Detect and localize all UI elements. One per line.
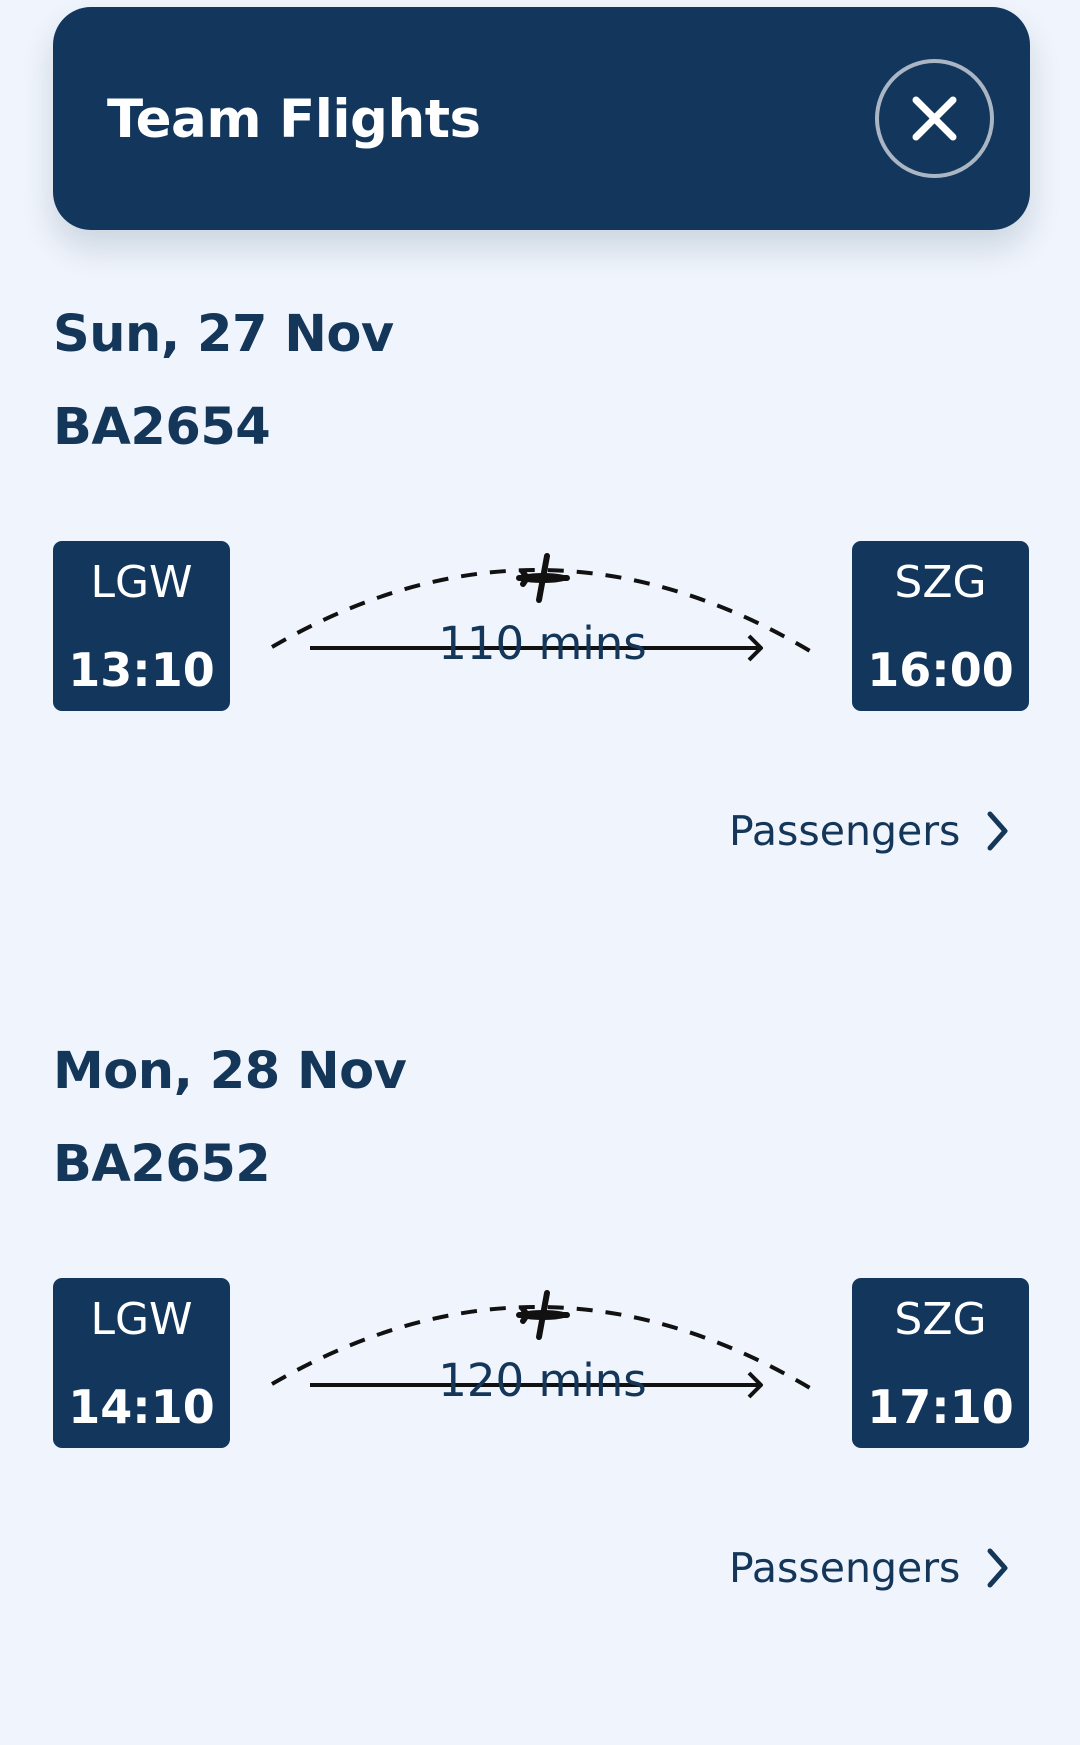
origin-code: LGW <box>90 1294 193 1345</box>
flight-duration: 120 mins <box>438 1354 647 1407</box>
destination-code: SZG <box>894 1294 987 1345</box>
origin-airport: LGW 13:10 <box>53 541 230 711</box>
origin-airport: LGW 14:10 <box>53 1278 230 1448</box>
arrival-time: 16:00 <box>867 643 1014 697</box>
page-title: Team Flights <box>107 89 481 150</box>
flight-date: Sun, 27 Nov <box>53 305 394 364</box>
flight-number: BA2652 <box>53 1135 271 1194</box>
passengers-link[interactable]: Passengers <box>720 795 1020 865</box>
flight-card: Mon, 28 Nov BA2652 LGW 14:10 120 mins SZ… <box>0 1042 1080 1742</box>
close-icon <box>912 96 957 141</box>
departure-time: 14:10 <box>68 1380 215 1434</box>
origin-code: LGW <box>90 557 193 608</box>
airplane-icon <box>516 1290 570 1340</box>
passengers-label: Passengers <box>729 807 961 855</box>
chevron-right-icon <box>987 1548 1008 1588</box>
header-bar: Team Flights <box>53 7 1030 230</box>
passengers-link[interactable]: Passengers <box>720 1532 1020 1602</box>
destination-code: SZG <box>894 557 987 608</box>
close-button[interactable] <box>875 59 994 178</box>
flight-number: BA2654 <box>53 398 271 457</box>
arrival-time: 17:10 <box>867 1380 1014 1434</box>
flight-date: Mon, 28 Nov <box>53 1042 407 1101</box>
destination-airport: SZG 17:10 <box>852 1278 1029 1448</box>
chevron-right-icon <box>987 811 1008 851</box>
destination-airport: SZG 16:00 <box>852 541 1029 711</box>
airplane-icon <box>516 553 570 603</box>
passengers-label: Passengers <box>729 1544 961 1592</box>
flight-card: Sun, 27 Nov BA2654 LGW 13:10 110 mins SZ… <box>0 305 1080 1005</box>
departure-time: 13:10 <box>68 643 215 697</box>
flight-duration: 110 mins <box>438 617 647 670</box>
